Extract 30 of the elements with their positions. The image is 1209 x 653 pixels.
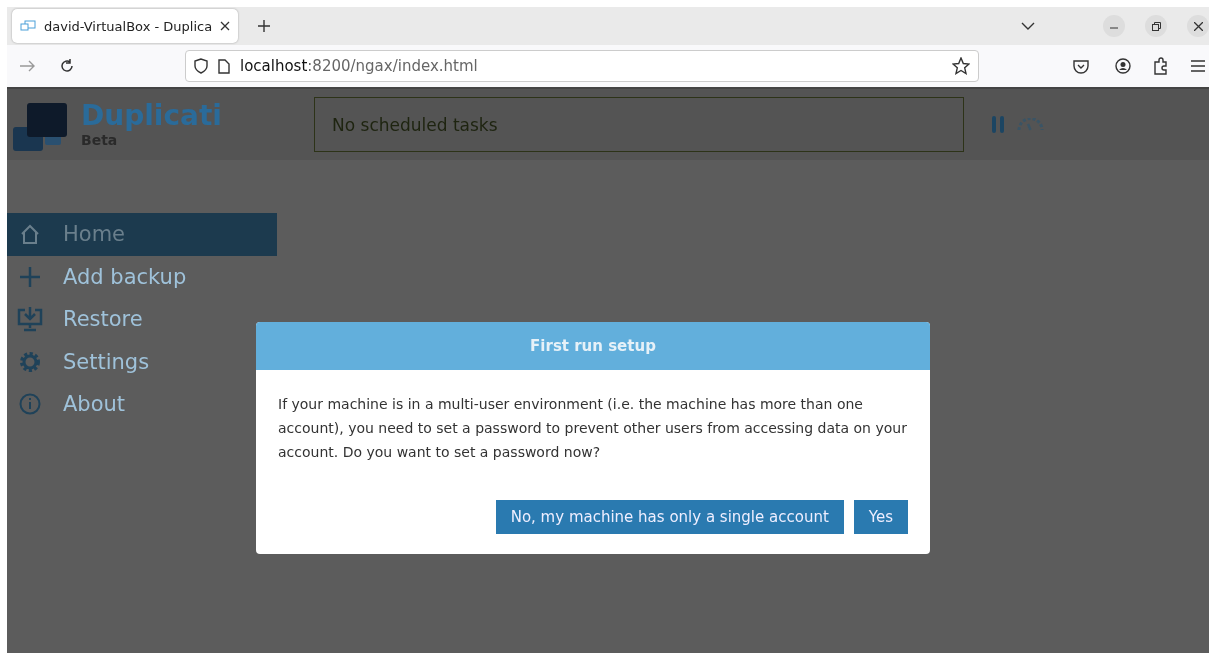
puzzle-icon[interactable] bbox=[1153, 57, 1170, 75]
menu-icon[interactable] bbox=[1191, 60, 1205, 72]
monitor-icon bbox=[20, 20, 36, 32]
dialog-title: First run setup bbox=[256, 322, 930, 370]
reload-icon[interactable] bbox=[59, 58, 75, 74]
pocket-icon[interactable] bbox=[1073, 58, 1090, 74]
status-text: No scheduled tasks bbox=[332, 114, 498, 135]
gear-icon bbox=[17, 349, 43, 374]
page-icon[interactable] bbox=[217, 58, 230, 74]
forward-icon[interactable] bbox=[19, 60, 35, 72]
monitor-download-icon bbox=[17, 306, 43, 333]
nav-item[interactable]: About bbox=[7, 383, 277, 426]
confirm-button[interactable]: Yes bbox=[853, 500, 908, 534]
chevron-down-icon[interactable] bbox=[1021, 22, 1035, 30]
browser-tab[interactable]: david-VirtualBox - Duplica bbox=[12, 9, 239, 43]
plus-icon bbox=[17, 265, 43, 288]
dialog-message: If your machine is in a multi-user environment (i.e. the machine has more than one account), you need to set a password to prevent other users from accessing data on your account. Do you want to set a password now? bbox=[277, 395, 908, 462]
decline-button[interactable]: No, my machine has only a single account bbox=[495, 500, 844, 534]
close-icon[interactable] bbox=[220, 21, 231, 31]
account-icon[interactable] bbox=[1115, 58, 1132, 74]
nav-item[interactable]: Add backup bbox=[7, 255, 277, 298]
nav-item[interactable]: Home bbox=[7, 213, 277, 256]
shield-icon[interactable] bbox=[193, 58, 208, 74]
star-icon[interactable] bbox=[952, 57, 971, 75]
minimize-icon[interactable] bbox=[1103, 15, 1125, 37]
address-bar[interactable]: localhost:8200/ngax/index.html bbox=[184, 50, 980, 82]
info-icon bbox=[17, 393, 43, 416]
close-icon[interactable] bbox=[1187, 15, 1209, 37]
restore-window-icon[interactable] bbox=[1145, 15, 1167, 37]
app-name: Duplicati bbox=[81, 98, 222, 132]
